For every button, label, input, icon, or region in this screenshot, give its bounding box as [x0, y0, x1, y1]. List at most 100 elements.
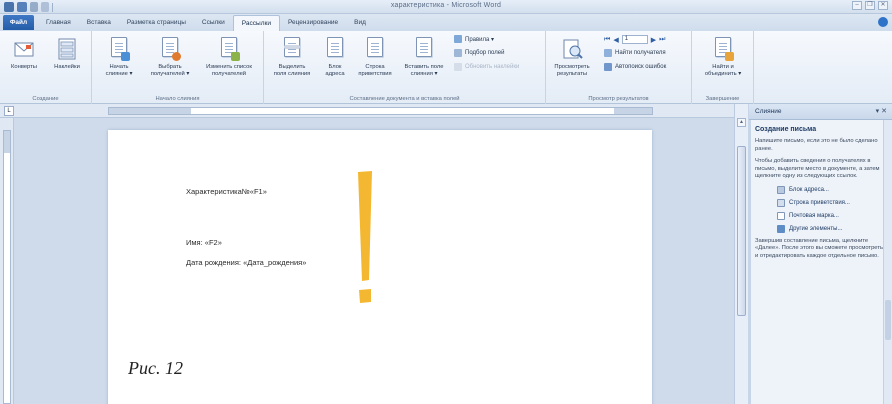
address-block-icon	[324, 37, 346, 61]
doc-line-birthdate[interactable]: Дата рождения: «Дата_рождения»	[186, 258, 306, 267]
finish-merge-icon	[712, 37, 734, 61]
postage-link-icon	[777, 211, 785, 220]
next-record-icon[interactable]: ▶	[651, 36, 656, 44]
greeting-label-1: Строка	[365, 64, 385, 70]
edit-recipient-list-button[interactable]: Изменить список получателей	[198, 37, 260, 78]
highlight-label-1: Выделить	[278, 64, 306, 70]
tab-stop-selector[interactable]: L	[4, 106, 14, 116]
find-recipient-button[interactable]: Найти получателя	[604, 49, 666, 57]
pane-title: Слияние	[755, 108, 782, 115]
pane-splitter[interactable]	[748, 104, 751, 404]
doc-line-name[interactable]: Имя: «F2»	[186, 238, 222, 247]
update-labels-button[interactable]: Обновить наклейки	[454, 63, 519, 71]
window-controls: – ❐ ✕	[852, 1, 888, 10]
doc-line-title[interactable]: Характеристика№«F1»	[186, 187, 267, 196]
start-merge-button[interactable]: Начать слияние ▾	[96, 37, 142, 78]
rules-button[interactable]: Правила ▾	[454, 35, 494, 43]
tab-insert[interactable]: Вставка	[79, 15, 119, 31]
more-items-link[interactable]: Другие элементы...	[777, 224, 887, 233]
address-block-button[interactable]: Блок адреса	[318, 37, 352, 78]
pane-paragraph-1: Напишите письмо, если это не было сделан…	[755, 138, 878, 152]
previous-record-icon[interactable]: ◀	[613, 36, 618, 44]
pane-scrollbar[interactable]	[883, 120, 892, 404]
minimize-button[interactable]: –	[852, 1, 862, 10]
highlight-label-2: поля слияния	[273, 71, 311, 77]
group-finish-label: Завершение	[705, 96, 740, 102]
record-number-input[interactable]: 1	[621, 35, 648, 44]
labels-label: Наклейки	[54, 64, 80, 70]
insert-field-icon	[413, 37, 435, 61]
insert-field-label-1: Вставить поле	[404, 64, 444, 70]
help-icon[interactable]	[878, 17, 888, 27]
tab-references[interactable]: Ссылки	[194, 15, 233, 31]
pane-close-button[interactable]: ▾ ✕	[876, 107, 887, 115]
more-items-link-label[interactable]: Другие элементы...	[789, 226, 842, 232]
document-scrollbar[interactable]: ▲	[734, 104, 748, 404]
pane-header: Слияние ▾ ✕	[749, 104, 892, 120]
postage-link-label[interactable]: Почтовая марка...	[789, 213, 839, 219]
insert-field-label-2: слияния ▾	[410, 71, 438, 77]
postage-link[interactable]: Почтовая марка...	[777, 211, 887, 220]
rules-label: Правила ▾	[465, 36, 495, 43]
title-bar: характеристика - Microsoft Word – ❐ ✕	[0, 0, 892, 14]
update-labels-label: Обновить наклейки	[465, 64, 520, 70]
group-write-insert-label: Составление документа и вставка полей	[349, 96, 460, 102]
greeting-line-link-label[interactable]: Строка приветствия...	[789, 200, 850, 206]
tab-page-layout[interactable]: Разметка страницы	[119, 15, 194, 31]
group-preview: Просмотреть результаты ⏮ ◀ 1 ▶ ⏭ Найти п…	[546, 31, 692, 104]
greeting-line-icon	[364, 37, 386, 61]
tab-mailings[interactable]: Рассылки	[232, 15, 280, 31]
address-block-link-label[interactable]: Блок адреса...	[789, 187, 829, 193]
maximize-button[interactable]: ❐	[865, 1, 875, 10]
document-page[interactable]: Характеристика№«F1» Имя: «F2» Дата рожде…	[108, 130, 652, 404]
tab-view[interactable]: Вид	[346, 15, 374, 31]
document-workspace: Характеристика№«F1» Имя: «F2» Дата рожде…	[14, 118, 734, 404]
pane-paragraph-2: Чтобы добавить сведения о получателях в …	[755, 158, 880, 179]
group-create: Конверты Наклейки Создание	[0, 31, 92, 104]
auto-check-errors-button[interactable]: Автопоиск ошибок	[604, 63, 666, 71]
group-write-insert: Выделить поля слияния Блок адреса Строка…	[264, 31, 546, 104]
select-recipients-button[interactable]: Выбрать получателей ▾	[144, 37, 196, 78]
greeting-line-button[interactable]: Строка приветствия	[352, 37, 398, 78]
scroll-thumb[interactable]	[737, 146, 746, 316]
preview-results-button[interactable]: Просмотреть результаты	[548, 37, 596, 78]
vertical-ruler[interactable]	[0, 118, 14, 404]
highlight-merge-fields-button[interactable]: Выделить поля слияния	[266, 37, 318, 78]
match-fields-button[interactable]: Подбор полей	[454, 49, 504, 57]
ruler-right-margin	[614, 108, 652, 114]
scroll-up-icon[interactable]: ▲	[737, 118, 746, 127]
address-block-link-icon	[777, 185, 785, 194]
pane-scroll-thumb[interactable]	[885, 300, 891, 340]
last-record-icon[interactable]: ⏭	[659, 36, 665, 44]
labels-button[interactable]: Наклейки	[46, 37, 88, 71]
select-recipients-label-2: получателей ▾	[150, 71, 190, 77]
close-button[interactable]: ✕	[878, 1, 888, 10]
first-record-icon[interactable]: ⏮	[604, 36, 610, 44]
tab-review[interactable]: Рецензирование	[280, 15, 346, 31]
update-labels-icon	[454, 63, 462, 71]
auto-check-label: Автопоиск ошибок	[615, 64, 667, 70]
address-block-link[interactable]: Блок адреса...	[777, 185, 887, 194]
tab-file[interactable]: Файл	[3, 15, 34, 30]
finish-merge-button[interactable]: Найти и объединить ▾	[696, 37, 750, 78]
address-label-1: Блок	[328, 64, 342, 70]
pane-heading: Создание письма	[755, 126, 817, 133]
auto-check-icon	[604, 63, 612, 71]
match-fields-icon	[454, 49, 462, 57]
word-window: характеристика - Microsoft Word – ❐ ✕ Фа…	[0, 0, 892, 404]
envelopes-button[interactable]: Конверты	[4, 37, 44, 71]
figure-caption: Рис. 12	[128, 358, 183, 378]
envelopes-label: Конверты	[11, 64, 37, 70]
greeting-line-link[interactable]: Строка приветствия...	[777, 198, 887, 207]
ruler-row: L	[0, 104, 748, 118]
mail-merge-pane: Слияние ▾ ✕ Создание письма Напишите пис…	[748, 104, 892, 404]
tab-home[interactable]: Главная	[38, 15, 79, 31]
envelope-icon	[13, 37, 35, 61]
insert-merge-field-button[interactable]: Вставить поле слияния ▾	[398, 37, 450, 78]
group-preview-label: Просмотр результатов	[588, 96, 649, 102]
match-fields-label: Подбор полей	[465, 50, 505, 56]
pane-body: Создание письма Напишите письмо, если эт…	[755, 126, 887, 265]
tab-row-right	[878, 17, 888, 27]
find-recipient-label: Найти получателя	[615, 50, 666, 56]
horizontal-ruler[interactable]	[108, 107, 653, 115]
